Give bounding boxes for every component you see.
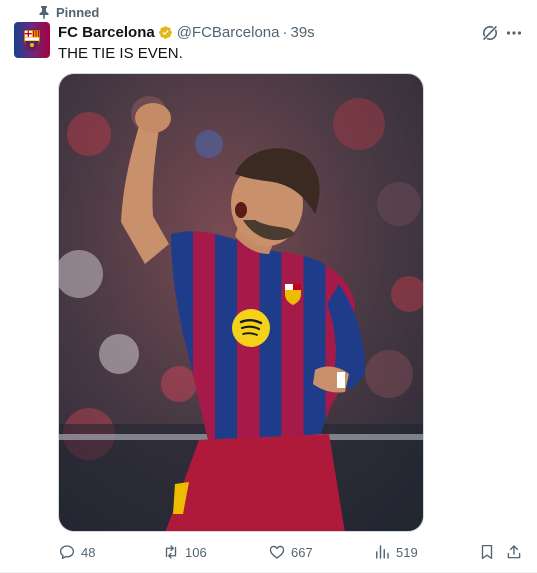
views-icon [376,545,389,559]
tweet-media-photo[interactable] [58,73,424,532]
grok-icon[interactable] [480,23,500,43]
share-icon [507,545,521,559]
reply-count: 48 [81,544,96,560]
more-icon[interactable] [505,24,523,42]
tweet-header: FC Barcelona @FCBarcelona · 39s [58,23,315,41]
like-count: 667 [291,544,313,560]
author-name[interactable]: FC Barcelona [58,24,155,41]
views-count: 519 [396,544,418,560]
bookmark-icon [481,544,493,560]
reply-button[interactable]: 48 [58,540,95,564]
pinned-label: Pinned [56,4,100,20]
repost-button[interactable]: 106 [162,540,207,564]
views-button[interactable]: 519 [373,540,418,564]
separator-dot: · [282,23,288,41]
repost-icon [165,545,177,559]
pinned-indicator: Pinned [38,4,99,20]
like-button[interactable]: 667 [268,540,313,564]
verified-badge-icon[interactable] [158,25,173,40]
author-handle[interactable]: @FCBarcelona [177,24,280,41]
tweet-text: THE TIE IS EVEN. [58,45,183,62]
tweet-actions-bar: 48 106 667 519 [58,540,528,564]
pin-icon [39,6,49,19]
bookmark-button[interactable] [478,540,496,564]
timestamp[interactable]: 39s [290,24,314,41]
heart-icon [269,545,285,559]
repost-count: 106 [185,544,207,560]
share-button[interactable] [505,540,523,564]
avatar[interactable] [14,22,50,58]
reply-icon [59,545,75,560]
